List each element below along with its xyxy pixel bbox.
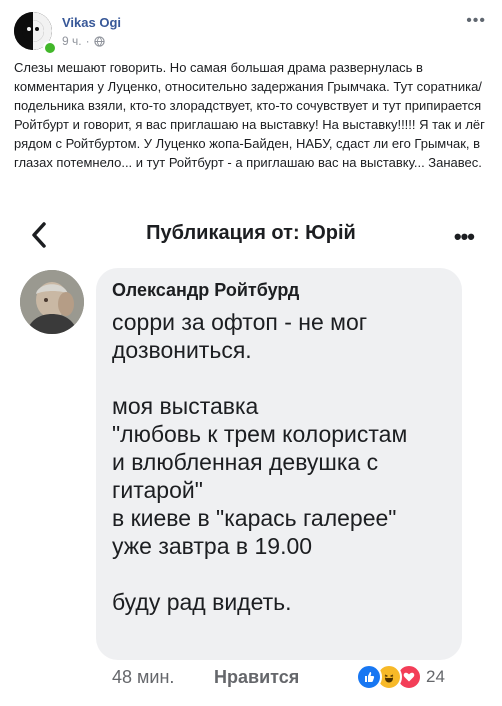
online-status-icon <box>43 41 57 55</box>
comment-author-name[interactable]: Олександр Ройтбурд <box>112 280 299 301</box>
comment-line: гитарой" <box>112 477 203 503</box>
comment-author-avatar[interactable] <box>20 270 84 334</box>
screenshot-nav-bar: Публикация от: Юрій ••• <box>0 206 502 266</box>
comment-line: "любовь к трем колористам <box>112 421 408 447</box>
comment-line: дозвониться. <box>112 337 252 363</box>
embedded-screenshot: Публикация от: Юрій ••• Олександр Ройтбу… <box>0 206 502 706</box>
comment-line: и влюбленная девушка с <box>112 449 379 475</box>
globe-icon <box>93 35 105 47</box>
like-button[interactable]: Нравится <box>214 667 299 688</box>
like-icon <box>356 664 382 690</box>
post-options-button[interactable]: ••• <box>466 12 486 30</box>
comment-line: в киеве в "карась галерее" <box>112 505 397 531</box>
comment-line: буду рад видеть. <box>112 589 292 615</box>
post-text: Слезы мешают говорить. Но самая большая … <box>14 60 485 170</box>
post-time[interactable]: 9 ч. <box>62 34 82 48</box>
comment-line: моя выставка <box>112 393 259 419</box>
post-author-name[interactable]: Vikas Ogi <box>62 15 121 30</box>
reactions-summary[interactable]: 24 <box>356 664 445 690</box>
comment-line <box>112 364 452 392</box>
more-options-icon[interactable]: ••• <box>454 224 475 250</box>
post-header: Vikas Ogi 9 ч. · ••• <box>12 10 490 55</box>
comment-text: сорри за офтоп - не мог дозвониться. моя… <box>112 308 452 616</box>
comment-line: сорри за офтоп - не мог <box>112 309 368 335</box>
comment-time[interactable]: 48 мин. <box>112 667 174 688</box>
reaction-count: 24 <box>426 667 445 686</box>
comment-bubble: Олександр Ройтбурд сорри за офтоп - не м… <box>96 268 462 660</box>
separator-dot: · <box>85 34 90 48</box>
comment-line <box>112 560 452 588</box>
screenshot-nav-title: Публикация от: Юрій <box>146 222 356 244</box>
comment-footer: 48 мин. Нравится 24 <box>0 664 502 694</box>
post-meta: 9 ч. · <box>62 34 105 48</box>
comment-line: уже завтра в 19.00 <box>112 533 313 559</box>
